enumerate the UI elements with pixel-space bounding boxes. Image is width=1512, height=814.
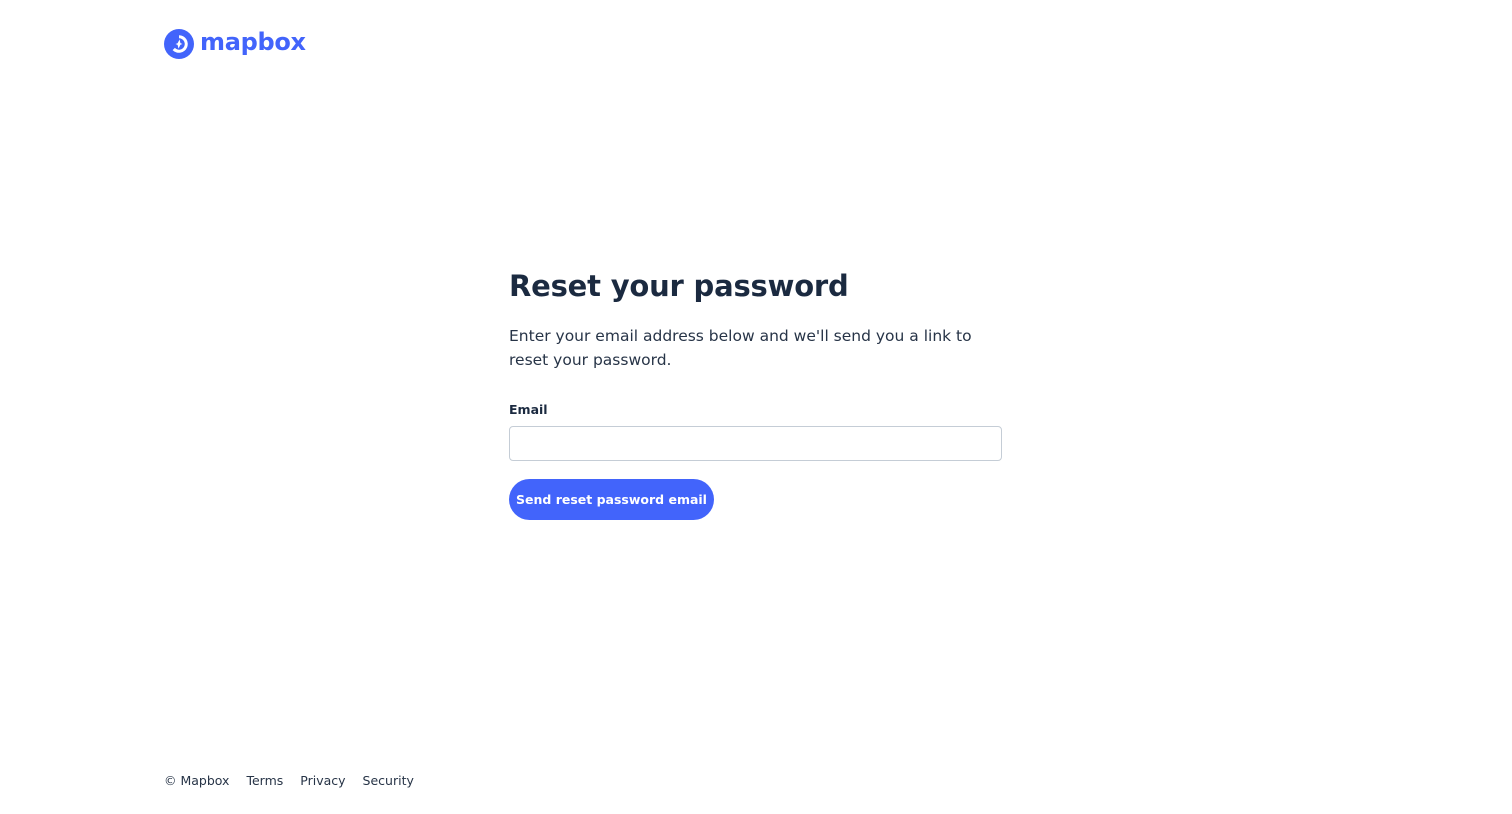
footer-link-terms[interactable]: Terms <box>246 772 283 790</box>
reset-password-form: Reset your password Enter your email add… <box>509 266 1002 520</box>
email-label: Email <box>509 402 548 417</box>
send-reset-email-button[interactable]: Send reset password email <box>509 479 714 520</box>
footer-link-privacy[interactable]: Privacy <box>300 772 345 790</box>
page: mapbox Reset your password Enter your em… <box>0 0 1512 814</box>
footer-link-security[interactable]: Security <box>363 772 414 790</box>
page-title: Reset your password <box>509 269 849 303</box>
email-input[interactable] <box>509 426 1002 461</box>
footer-copyright: © Mapbox <box>164 773 230 788</box>
logo-wordmark: mapbox <box>200 28 306 56</box>
page-description: Enter your email address below and we'll… <box>509 327 972 369</box>
mapbox-logo-link[interactable]: mapbox <box>164 28 306 59</box>
footer: © Mapbox Terms Privacy Security <box>164 772 431 790</box>
mapbox-logo-icon <box>164 29 194 59</box>
